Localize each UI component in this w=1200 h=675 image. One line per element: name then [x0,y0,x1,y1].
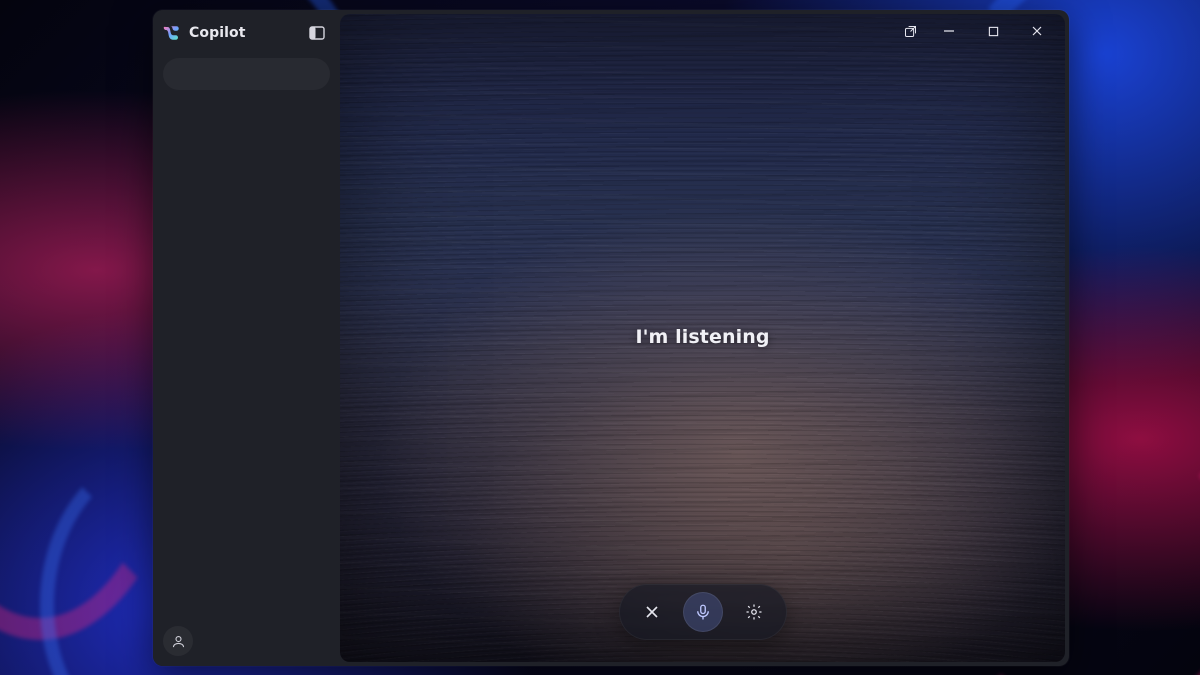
sidebar: Copilot [153,10,340,666]
profile-button[interactable] [163,626,193,656]
minimize-icon [943,25,955,37]
voice-settings-button[interactable] [737,595,771,629]
maximize-icon [988,26,999,37]
main-pane: I'm listening [340,14,1065,662]
titlebar [340,14,1065,48]
panel-toggle-button[interactable] [304,22,330,44]
voice-control-bar [619,584,787,640]
minimize-button[interactable] [927,16,971,46]
open-in-new-icon [903,24,918,39]
voice-mic-button[interactable] [683,592,723,632]
copilot-logo-icon [163,24,181,42]
microphone-icon [694,603,712,621]
app-title: Copilot [189,25,246,41]
sidebar-header: Copilot [163,18,330,48]
gear-icon [745,603,763,621]
close-window-button[interactable] [1015,16,1059,46]
close-icon [1031,25,1043,37]
search-input[interactable] [163,58,330,90]
maximize-button[interactable] [971,16,1015,46]
desktop-wallpaper: Copilot [0,0,1200,675]
listening-status: I'm listening [340,326,1065,348]
close-icon [644,604,660,620]
panel-toggle-icon [309,26,325,40]
open-in-new-button[interactable] [893,16,927,46]
person-icon [171,634,186,649]
voice-dismiss-button[interactable] [635,595,669,629]
app-window: Copilot [153,10,1069,666]
